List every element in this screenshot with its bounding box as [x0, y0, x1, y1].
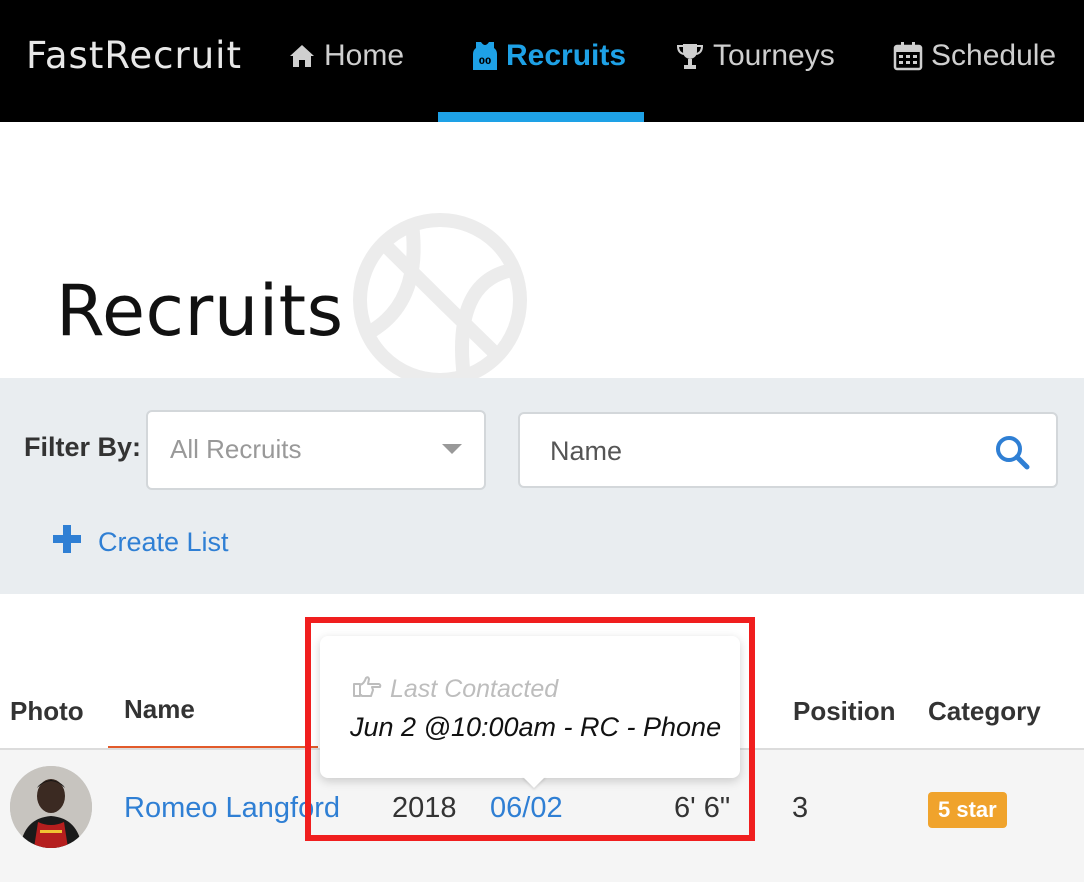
- brand-logo[interactable]: FastRecruit: [26, 34, 242, 77]
- trophy-icon: [675, 41, 705, 71]
- name-search-input[interactable]: [550, 434, 970, 468]
- column-header-position[interactable]: Position: [793, 696, 896, 727]
- name-search-box: [518, 412, 1058, 488]
- plus-icon: [52, 524, 82, 561]
- tooltip-text: Jun 2 @10:00am - RC - Phone: [350, 712, 722, 742]
- active-tab-indicator: [438, 112, 644, 122]
- recruit-height: 6' 6": [674, 792, 731, 824]
- category-badge: 5 star: [928, 792, 1007, 828]
- tooltip-heading-label: Last Contacted: [390, 675, 559, 703]
- svg-text:00: 00: [479, 57, 492, 67]
- create-list-label: Create List: [98, 527, 229, 557]
- recruit-year: 2018: [392, 792, 457, 824]
- create-list-button[interactable]: Create List: [52, 524, 229, 561]
- avatar[interactable]: [10, 766, 92, 848]
- select-value: All Recruits: [170, 434, 302, 464]
- nav-item-tourneys[interactable]: Tourneys: [675, 36, 835, 76]
- nav-item-label: Recruits: [506, 39, 627, 72]
- nav-item-schedule[interactable]: Schedule: [893, 36, 1056, 76]
- basketball-icon: [352, 212, 528, 388]
- column-header-photo: Photo: [10, 696, 84, 726]
- home-icon: [288, 43, 316, 69]
- hand-point-right-icon: [352, 674, 382, 705]
- column-header-name[interactable]: Name: [124, 694, 195, 725]
- caret-down-icon: [442, 444, 462, 454]
- recruit-position: 3: [792, 792, 809, 824]
- nav-item-label: Tourneys: [713, 39, 835, 72]
- nav-item-recruits[interactable]: 00 Recruits: [472, 36, 626, 76]
- tooltip-arrow: [522, 776, 546, 788]
- search-icon[interactable]: [994, 434, 1030, 475]
- jersey-icon: 00: [472, 40, 498, 72]
- tooltip-heading: Last Contacted: [352, 674, 558, 705]
- nav-item-label: Schedule: [931, 39, 1057, 72]
- nav-item-label: Home: [324, 39, 405, 72]
- filter-label: Filter By:: [24, 432, 142, 462]
- last-contact-link[interactable]: 06/02: [490, 792, 563, 825]
- page-title: Recruits: [56, 270, 344, 352]
- calendar-icon: [893, 41, 923, 71]
- recruit-filter-select[interactable]: All Recruits: [146, 410, 486, 490]
- top-navbar: FastRecruit Home 00 Recruits Tourneys Sc…: [0, 0, 1084, 122]
- last-contacted-tooltip: [320, 636, 740, 778]
- column-header-category[interactable]: Category: [928, 696, 1041, 727]
- recruit-name-link[interactable]: Romeo Langford: [124, 792, 340, 825]
- nav-item-home[interactable]: Home: [288, 36, 404, 76]
